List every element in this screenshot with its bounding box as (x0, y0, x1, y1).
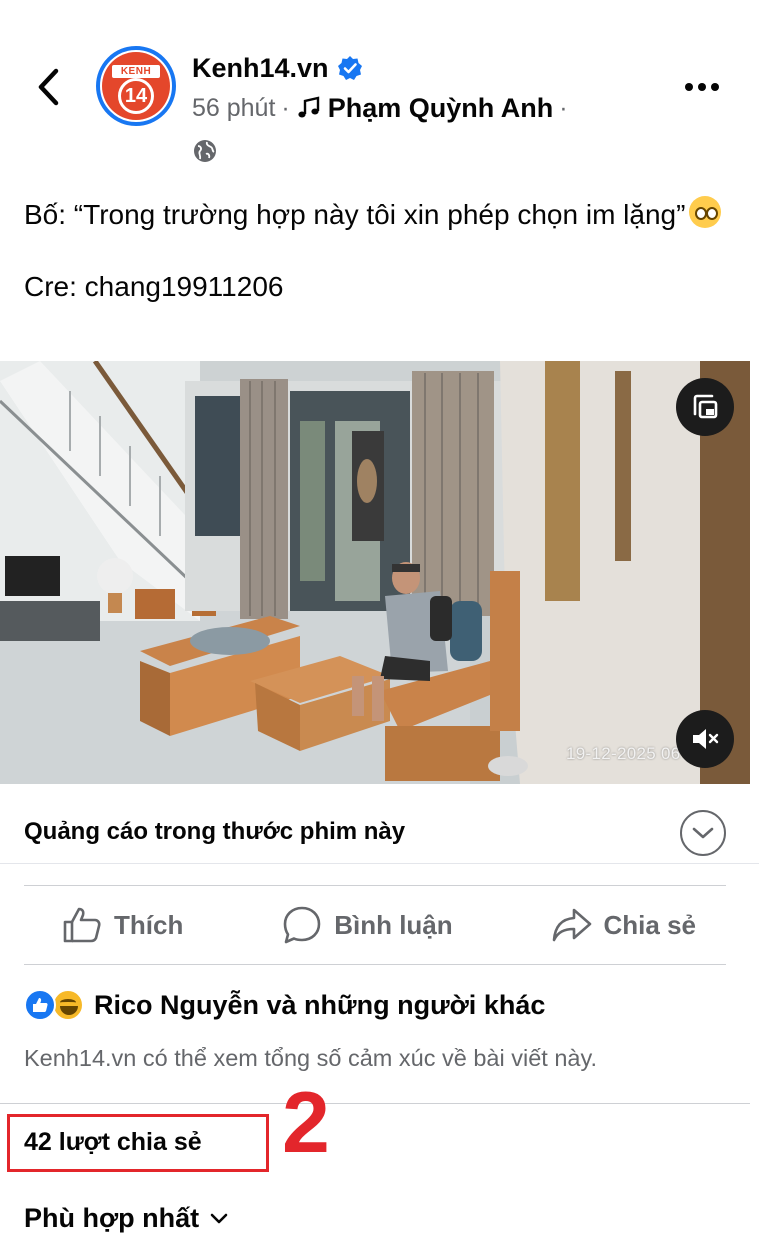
ads-expand-button[interactable] (680, 810, 726, 856)
chevron-down-icon (210, 1213, 228, 1223)
reactions-notice: Kenh14.vn có thể xem tổng số cảm xúc về … (24, 1045, 598, 1071)
comment-label: Bình luận (334, 909, 453, 940)
page-avatar[interactable]: KENH 14 (96, 46, 176, 126)
more-dot-icon (698, 83, 706, 91)
kenh14-logo: KENH 14 (102, 52, 170, 120)
ads-in-reel-row[interactable]: Quảng cáo trong thước phim này (0, 800, 759, 864)
caption-line-1: Bố: “Trong trường hợp này tôi xin phép c… (24, 199, 686, 230)
like-label: Thích (114, 909, 184, 940)
music-note-icon (298, 96, 319, 118)
reactions-summary[interactable]: Rico Nguyễn và những người khác (24, 985, 545, 1025)
post-time[interactable]: 56 phút (192, 94, 275, 123)
ads-in-reel-label: Quảng cáo trong thước phim này (24, 818, 406, 845)
page-name-row: Kenh14.vn (192, 50, 363, 86)
picture-in-picture-button[interactable] (676, 378, 734, 436)
post-header: KENH 14 Kenh14.vn 56 phút · Phạm Quỳnh A… (0, 0, 759, 180)
meta-separator: · (281, 93, 290, 122)
chevron-down-icon (692, 827, 714, 839)
sort-label: Phù hợp nhất (24, 1203, 200, 1233)
speaker-muted-icon (693, 729, 719, 749)
section-divider (0, 1103, 750, 1104)
verified-badge-icon (337, 56, 362, 80)
video-player[interactable]: 19-12-2025 06 im (0, 361, 750, 784)
mute-button[interactable] (676, 710, 734, 768)
back-arrow-icon (38, 68, 59, 106)
like-reaction-icon (24, 989, 56, 1021)
share-arrow-icon (552, 908, 591, 942)
share-button[interactable]: Chia sẻ (552, 905, 697, 945)
meta-separator-trailing: · (559, 93, 568, 122)
comment-sort-dropdown[interactable]: Phù hợp nhất (24, 1203, 229, 1234)
globe-icon (194, 140, 216, 162)
comment-bubble-icon (283, 906, 321, 944)
more-dot-icon (711, 83, 719, 91)
picture-in-picture-icon (693, 394, 718, 419)
post-meta: 56 phút · Phạm Quỳnh Anh · (192, 90, 568, 126)
video-frame (0, 361, 750, 784)
post-caption: Bố: “Trong trường hợp này tôi xin phép c… (24, 196, 724, 305)
annotation-highlight-box (7, 1114, 269, 1172)
thumbs-up-icon (63, 907, 101, 943)
more-options-button[interactable] (682, 70, 722, 104)
comment-button[interactable]: Bình luận (282, 905, 453, 945)
back-button[interactable] (30, 66, 66, 108)
share-label: Chia sẻ (603, 909, 697, 940)
annotation-number: 2 (282, 1075, 330, 1171)
video-timestamp: 19-12-2025 06 (566, 744, 681, 763)
post-action-bar: Thích Bình luận Chia sẻ (24, 885, 726, 965)
song-artist[interactable]: Phạm Quỳnh Anh (328, 93, 554, 124)
haha-reaction-icon (52, 989, 84, 1021)
like-button[interactable]: Thích (62, 905, 183, 945)
reactions-text: Rico Nguyễn và những người khác (94, 989, 546, 1020)
more-dot-icon (685, 83, 693, 91)
caption-line-2: Cre: chang19911206 (24, 271, 284, 302)
page-name[interactable]: Kenh14.vn (192, 53, 329, 84)
pleading-face-emoji-icon (689, 196, 722, 228)
